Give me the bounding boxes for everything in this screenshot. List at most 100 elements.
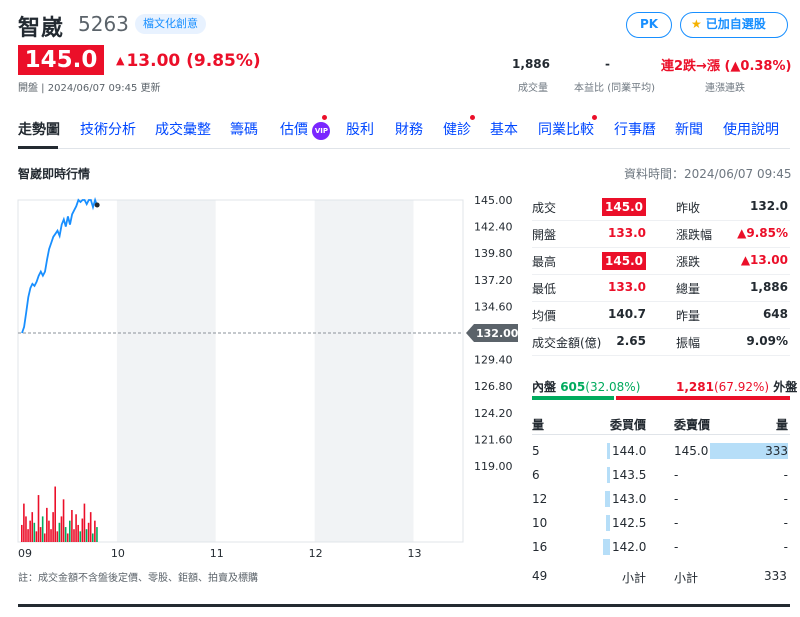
inner-pct: (32.08%) [585, 380, 641, 394]
x-tick-label: 10 [111, 547, 125, 560]
up-arrow-icon: ▲ [116, 54, 125, 67]
tab-financial[interactable]: 財務 [395, 119, 423, 139]
quote-label: 昨收 [676, 201, 701, 215]
streak-label: 連漲連跌 [705, 83, 745, 94]
y-tick-label: 126.80 [474, 380, 513, 393]
tab-health[interactable]: 健診 [443, 119, 471, 139]
bid-qty: 10 [532, 516, 548, 530]
quote-label: 漲跌幅 [676, 228, 713, 242]
inner-value: 605 [560, 380, 586, 394]
tab-valuation-label: 估價 [280, 122, 308, 138]
y-tick-label: 145.00 [474, 194, 513, 207]
industry-tag[interactable]: 檔文化創意 [135, 14, 206, 34]
volume-bar [50, 529, 52, 542]
quote-value: 1,886 [750, 280, 788, 294]
volume-bar [35, 531, 38, 542]
quote-label: 最低 [532, 282, 557, 296]
y-tick-label: 134.60 [474, 300, 513, 313]
section-title: 智崴即時行情 [18, 167, 91, 181]
volume-bar [25, 516, 27, 542]
volume-bar [27, 529, 29, 542]
tab-news[interactable]: 新聞 [675, 119, 703, 139]
volume-bar [96, 527, 98, 542]
y-tick-label: 119.00 [474, 460, 513, 473]
bid-depth-bar [603, 539, 610, 555]
bid-price: 144.0 [612, 444, 647, 458]
volume-value: 1,886 [512, 57, 550, 71]
ob-header-sell-qty: 量 [776, 418, 789, 432]
total-buy-qty: 49 [532, 569, 548, 583]
intraday-chart[interactable]: 145.00 142.40 139.80 137.20 134.60 129.40 126.… [0, 190, 530, 590]
bid-qty: 5 [532, 444, 540, 458]
bid-price: 142.5 [612, 516, 647, 530]
volume-bar [73, 529, 75, 542]
quote-label: 均價 [532, 309, 557, 323]
notification-dot [592, 115, 597, 120]
volume-bar [46, 507, 48, 542]
ask-price: - [674, 540, 679, 554]
tab-basic[interactable]: 基本 [490, 119, 518, 139]
outer-label: 外盤 [773, 380, 798, 394]
hour-band [314, 200, 414, 542]
volume-bar [21, 524, 23, 542]
tab-valuation[interactable]: 估價 VIP [280, 119, 331, 140]
watchlist-button[interactable]: ★ 已加自選股 [680, 12, 788, 38]
watchlist-label: 已加自選股 [705, 17, 766, 31]
last-price-dot [94, 202, 100, 208]
hour-band [116, 200, 216, 542]
hour-band [215, 200, 315, 542]
pe-label: 本益比 (同業平均) [574, 83, 655, 94]
quote-value: ▲9.85% [737, 226, 788, 240]
ask-qty: - [783, 516, 788, 530]
bid-price: 142.0 [612, 540, 647, 554]
stock-name: 智崴 [18, 16, 65, 41]
hour-band [413, 200, 463, 542]
volume-bar [39, 527, 42, 542]
quote-value: 145.0 [602, 198, 646, 216]
subtotal-label-sell: 小計 [674, 571, 699, 585]
outer-pct: (67.92%) [713, 380, 770, 394]
quote-value: 133.0 [608, 226, 646, 240]
ask-price: 145.0 [674, 444, 709, 458]
row-divider [532, 301, 790, 302]
volume-bar [23, 503, 25, 542]
tab-chips[interactable]: 籌碼 [230, 119, 258, 139]
pk-button[interactable]: PK [626, 12, 672, 38]
volume-bar [52, 512, 54, 542]
current-price: 145.0 [18, 45, 104, 75]
inner-label: 內盤 [532, 380, 557, 394]
volume-bar [69, 520, 71, 542]
tab-trades[interactable]: 成交彙整 [155, 119, 211, 139]
y-tick-label: 142.40 [474, 221, 513, 234]
volume-label: 成交量 [518, 83, 548, 94]
quote-label: 振幅 [676, 336, 701, 350]
row-divider [532, 355, 790, 356]
y-tick-label: 121.60 [474, 433, 513, 446]
row-divider [532, 274, 790, 275]
bid-depth-bar [607, 467, 610, 483]
quote-value: 140.7 [608, 307, 646, 321]
quote-value: 648 [762, 307, 788, 321]
tab-technical[interactable]: 技術分析 [80, 119, 136, 139]
ask-qty: 333 [765, 444, 788, 458]
ob-header-ask: 委賣價 [674, 418, 711, 432]
ask-price: - [674, 516, 679, 530]
volume-bar [77, 524, 79, 542]
chart-footnote: 註：成交金額不含盤後定價、零股、鉅額、拍賣及標購 [18, 573, 258, 584]
tab-dividend[interactable]: 股利 [346, 119, 374, 139]
inner-ratio-bar [532, 396, 614, 400]
tab-bar: 走勢圖 技術分析 成交彙整 籌碼 估價 VIP 股利 財務 健診 基本 同業比較… [18, 115, 790, 149]
data-time: 資料時間：2024/06/07 09:45 [624, 167, 792, 181]
quote-value: 133.0 [608, 280, 646, 294]
tab-calendar[interactable]: 行事曆 [614, 119, 656, 139]
tab-help[interactable]: 使用說明 [723, 119, 779, 139]
notification-dot [470, 115, 475, 120]
y-tick-label: 129.40 [474, 354, 513, 367]
bid-price: 143.0 [612, 492, 647, 506]
tab-peer-compare[interactable]: 同業比較 [538, 119, 594, 139]
bid-price: 143.5 [612, 468, 647, 482]
y-tick-label: 139.80 [474, 247, 513, 260]
tab-trend[interactable]: 走勢圖 [18, 119, 60, 139]
x-tick-label: 13 [408, 547, 422, 560]
quote-value: 2.65 [616, 334, 646, 348]
